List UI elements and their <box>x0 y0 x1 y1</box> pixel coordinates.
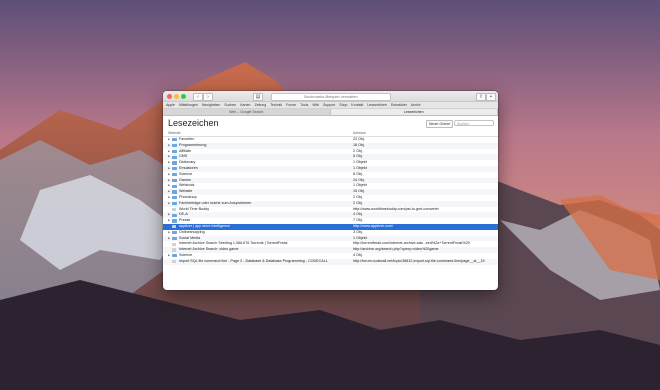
folder-icon <box>172 254 177 258</box>
favorite-link[interactable]: Technik <box>270 103 282 107</box>
bookmark-page-icon <box>172 248 176 252</box>
new-folder-button[interactable]: Neuer Ordner <box>426 120 454 128</box>
favorite-link[interactable]: Tools <box>300 103 308 107</box>
column-address[interactable]: Adresse <box>353 131 366 136</box>
folder-icon <box>172 155 177 159</box>
favorite-link[interactable]: Forum <box>286 103 296 107</box>
folder-icon <box>172 178 177 183</box>
folder-icon <box>172 138 177 142</box>
favorite-link[interactable]: Entwickler <box>391 103 407 107</box>
sidebar-icon[interactable]: ▤ <box>253 93 263 101</box>
folder-icon <box>172 196 177 200</box>
back-icon[interactable]: ‹ <box>193 93 203 101</box>
favorite-link[interactable]: Archiv <box>411 103 421 107</box>
share-icon[interactable]: ⇪ <box>476 93 486 101</box>
bookmark-page-icon <box>172 225 176 229</box>
zoom-button[interactable] <box>181 94 186 99</box>
folder-icon <box>172 236 177 241</box>
page-title: Lesezeichen <box>168 118 219 128</box>
favorite-link[interactable]: Apple <box>166 103 175 107</box>
forward-icon[interactable]: › <box>203 93 213 101</box>
folder-icon <box>172 161 177 165</box>
close-button[interactable] <box>167 94 172 99</box>
folder-icon <box>172 202 177 206</box>
folder-icon <box>172 213 177 217</box>
favorites-bar: Apple Mitteilungen Neuigkeiten Suchen Karten… <box>163 102 498 109</box>
new-tab-icon[interactable]: + <box>486 93 496 101</box>
tab[interactable]: Web – Google Search <box>163 109 331 115</box>
search-input[interactable]: Suchen <box>454 120 494 126</box>
bookmark-page-icon <box>172 242 176 246</box>
bookmarks-list: ▶ Favoriten 23 Obj. ▶ Programmierung 18 Obj. ▶… <box>163 137 498 265</box>
tab-bar: Web – Google Search Lesezeichen <box>163 109 498 116</box>
bookmark-address: http://forum.codecall.net/topic/36812-im… <box>353 258 485 263</box>
folder-icon <box>172 190 177 194</box>
folder-icon <box>172 149 177 154</box>
favorite-link[interactable]: Zeitung <box>255 103 267 107</box>
favorite-link[interactable]: Shop <box>339 103 347 107</box>
folder-icon <box>172 144 177 148</box>
bookmark-page-icon <box>172 260 176 264</box>
folder-icon <box>172 219 177 223</box>
folder-icon <box>172 231 177 235</box>
favorite-link[interactable]: Suchen <box>224 103 236 107</box>
favorite-link[interactable]: Kontakt <box>351 103 363 107</box>
favorite-link[interactable]: Mitteilungen <box>179 103 198 107</box>
bookmark-page-icon <box>172 207 176 212</box>
folder-icon <box>172 173 177 177</box>
minimize-button[interactable] <box>174 94 179 99</box>
bookmarks-header: Lesezeichen Neuer Ordner Suchen <box>163 116 498 130</box>
folder-icon <box>172 167 177 171</box>
favorite-link[interactable]: Support <box>323 103 335 107</box>
folder-icon <box>172 184 177 188</box>
safari-window: ‹ › ▤ Bookmarks-Beispiel verwalten ⇪ + A… <box>163 91 498 290</box>
bookmark-row[interactable]: import SQL file command line - Page 2 - … <box>163 258 498 265</box>
title-bar: ‹ › ▤ Bookmarks-Beispiel verwalten ⇪ + <box>163 91 498 102</box>
address-bar[interactable]: Bookmarks-Beispiel verwalten <box>271 93 391 101</box>
tab[interactable]: Lesezeichen <box>330 109 498 115</box>
bookmark-name: import SQL file command line - Page 2 - … <box>179 258 328 263</box>
favorite-link[interactable]: Lesezeichen <box>367 103 387 107</box>
favorite-link[interactable]: Wiki <box>312 103 319 107</box>
favorite-link[interactable]: Karten <box>240 103 250 107</box>
favorite-link[interactable]: Neuigkeiten <box>202 103 220 107</box>
column-name[interactable]: Website <box>168 131 181 136</box>
